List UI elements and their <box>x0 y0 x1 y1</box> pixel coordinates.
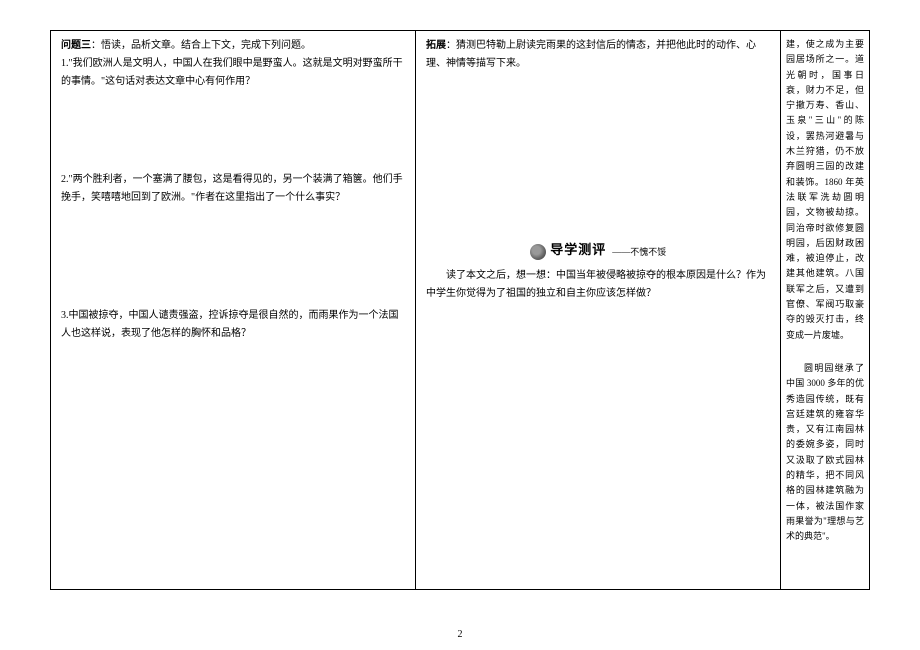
tuozhan-block: 拓展：猜测巴特勒上尉读完雨果的这封信后的情态，并把他此时的动作、心理、神情等描写… <box>426 37 770 73</box>
q2-block: 2."两个胜利者，一个塞满了腰包，这是看得见的，另一个装满了箱箧。他们手挽手，笑… <box>61 171 405 207</box>
eval-title: 导学测评 <box>550 242 606 257</box>
q2-text: 2."两个胜利者，一个塞满了腰包，这是看得见的，另一个装满了箱箧。他们手挽手，笑… <box>61 171 405 207</box>
question-three-block: 问题三：悟读，品析文章。结合上下文，完成下列问题。 1."我们欧洲人是文明人，中… <box>61 37 405 91</box>
eval-subtitle: ——不愧不馁 <box>612 247 666 257</box>
eval-logo-icon <box>530 244 546 260</box>
q1-text: 1."我们欧洲人是文明人，中国人在我们眼中是野蛮人。这就是文明对野蛮所干的事情。… <box>61 55 405 91</box>
q3-text: 3.中国被掠夺，中国人谴责强盗，控诉掠夺是很自然的，而雨果作为一个法国人也这样说… <box>61 307 405 343</box>
q3-intro: ：悟读，品析文章。结合上下文，完成下列问题。 <box>91 40 311 51</box>
q3-block: 3.中国被掠夺，中国人谴责强盗，控诉掠夺是很自然的，而雨果作为一个法国人也这样说… <box>61 307 405 343</box>
side-para-1: 建，使之成为主要园居场所之一。道光朝时，国事日衰，财力不足，但宁撤万寿、香山、玉… <box>786 37 864 343</box>
tuozhan-title: 拓展 <box>426 40 446 51</box>
q3-title: 问题三 <box>61 40 91 51</box>
eval-header: 导学测评 ——不愧不馁 <box>426 238 770 261</box>
eval-text: 读了本文之后，想一想：中国当年被侵略被掠夺的根本原因是什么？作为中学生你觉得为了… <box>426 267 770 303</box>
right-column: 建，使之成为主要园居场所之一。道光朝时，国事日衰，财力不足，但宁撤万寿、香山、玉… <box>781 31 869 589</box>
left-column: 问题三：悟读，品析文章。结合上下文，完成下列问题。 1."我们欧洲人是文明人，中… <box>51 31 416 589</box>
tuozhan-text: ：猜测巴特勒上尉读完雨果的这封信后的情态，并把他此时的动作、心理、神情等描写下来… <box>426 40 756 69</box>
middle-column: 拓展：猜测巴特勒上尉读完雨果的这封信后的情态，并把他此时的动作、心理、神情等描写… <box>416 31 781 589</box>
side-para-2: 圆明园继承了中国 3000 多年的优秀造园传统，既有宫廷建筑的雍容华贵，又有江南… <box>786 361 864 545</box>
page-number: 2 <box>458 629 463 640</box>
